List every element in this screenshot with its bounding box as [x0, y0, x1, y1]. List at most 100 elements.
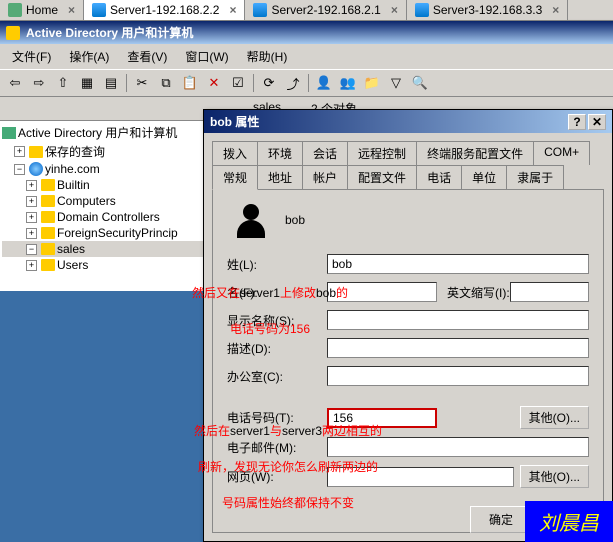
props-button[interactable]: ☑	[227, 73, 249, 93]
initials-label: 英文缩写(I):	[447, 284, 510, 301]
tab-general[interactable]: 常规	[212, 165, 258, 190]
tab-phone[interactable]: 电话	[416, 165, 462, 189]
desc-input[interactable]	[327, 338, 589, 358]
up-button[interactable]: ⇧	[52, 73, 74, 93]
menu-help[interactable]: 帮助(H)	[239, 46, 296, 67]
refresh-button[interactable]: ⟳	[258, 73, 280, 93]
menu-action[interactable]: 操作(A)	[61, 46, 117, 67]
email-label: 电子邮件(M):	[227, 439, 327, 456]
filter-button[interactable]: ▽	[385, 73, 407, 93]
tree-dc[interactable]: +Domain Controllers	[2, 209, 212, 225]
tab-env[interactable]: 环境	[257, 141, 303, 165]
mmc-titlebar: Active Directory 用户和计算机	[0, 21, 613, 44]
server-icon	[415, 3, 429, 17]
tab-org[interactable]: 单位	[461, 165, 507, 189]
menubar: 文件(F) 操作(A) 查看(V) 窗口(W) 帮助(H)	[0, 44, 613, 69]
close-button[interactable]: ✕	[588, 114, 606, 130]
tree-builtin[interactable]: +Builtin	[2, 177, 212, 193]
expand-icon[interactable]: +	[26, 228, 37, 239]
close-icon[interactable]: ×	[68, 3, 75, 17]
phone-label: 电话号码(T):	[227, 409, 327, 426]
web-label: 网页(W):	[227, 468, 327, 485]
dialog-title: bob 属性	[210, 113, 259, 130]
tab-com[interactable]: COM+	[533, 141, 590, 165]
web-input[interactable]	[327, 467, 514, 487]
display-label: 显示名称(S):	[227, 312, 327, 329]
collapse-icon[interactable]: −	[14, 164, 25, 175]
tree-domain[interactable]: −yinhe.com	[2, 161, 212, 177]
close-icon[interactable]: ×	[229, 3, 236, 17]
properties-button[interactable]: ▤	[100, 73, 122, 93]
tab-row-1: 拨入 环境 会话 远程控制 终端服务配置文件 COM+	[212, 141, 604, 165]
tab-ts[interactable]: 终端服务配置文件	[416, 141, 534, 165]
expand-icon[interactable]: +	[14, 146, 25, 157]
tab-account[interactable]: 帐户	[302, 165, 348, 189]
office-input[interactable]	[327, 366, 589, 386]
copy-button[interactable]: ⧉	[155, 73, 177, 93]
close-icon[interactable]: ×	[391, 3, 398, 17]
back-button[interactable]: ⇦	[4, 73, 26, 93]
dialog-titlebar: bob 属性 ? ✕	[204, 110, 612, 133]
expand-icon[interactable]: +	[26, 180, 37, 191]
initials-input[interactable]	[510, 282, 589, 302]
tree-fsp[interactable]: +ForeignSecurityPrincip	[2, 225, 212, 241]
expand-icon[interactable]: +	[26, 260, 37, 271]
tree-root[interactable]: Active Directory 用户和计算机	[2, 123, 212, 142]
tab-member[interactable]: 隶属于	[506, 165, 564, 189]
tab-server1[interactable]: Server1-192.168.2.2×	[84, 0, 245, 20]
watermark: 刘晨昌	[525, 501, 613, 542]
folder-icon	[41, 227, 55, 239]
tree-users[interactable]: +Users	[2, 257, 212, 273]
aduc-icon	[6, 26, 20, 40]
find-button[interactable]: 🔍	[409, 73, 431, 93]
show-tree-button[interactable]: ▦	[76, 73, 98, 93]
surname-input[interactable]	[327, 254, 589, 274]
help-button[interactable]: ?	[568, 114, 586, 130]
mmc-title: Active Directory 用户和计算机	[26, 24, 193, 41]
menu-window[interactable]: 窗口(W)	[177, 46, 236, 67]
tab-server2[interactable]: Server2-192.168.2.1×	[245, 0, 406, 20]
tab-profile[interactable]: 配置文件	[347, 165, 417, 189]
display-input[interactable]	[327, 310, 589, 330]
close-icon[interactable]: ×	[552, 3, 559, 17]
tab-session[interactable]: 会话	[302, 141, 348, 165]
paste-button[interactable]: 📋	[179, 73, 201, 93]
tab-address[interactable]: 地址	[257, 165, 303, 189]
phone-other-button[interactable]: 其他(O)...	[520, 406, 589, 429]
email-input[interactable]	[327, 437, 589, 457]
folder-icon	[41, 243, 55, 255]
server-icon	[92, 3, 106, 17]
expand-icon[interactable]: +	[26, 196, 37, 207]
tab-remote[interactable]: 远程控制	[347, 141, 417, 165]
givenname-input[interactable]	[327, 282, 437, 302]
tab-dialin[interactable]: 拨入	[212, 141, 258, 165]
export-button[interactable]: ⤴	[282, 73, 304, 93]
tree-computers[interactable]: +Computers	[2, 193, 212, 209]
domain-icon	[29, 162, 43, 176]
tree-sales[interactable]: −sales	[2, 241, 212, 257]
new-user-button[interactable]: 👤	[313, 73, 335, 93]
vm-tabs: Home× Server1-192.168.2.2× Server2-192.1…	[0, 0, 613, 21]
office-label: 办公室(C):	[227, 368, 327, 385]
tree-saved-queries[interactable]: +保存的查询	[2, 142, 212, 161]
cut-button[interactable]: ✂	[131, 73, 153, 93]
delete-button[interactable]: ✕	[203, 73, 225, 93]
new-ou-button[interactable]: 📁	[361, 73, 383, 93]
folder-icon	[29, 146, 43, 158]
user-display-name: bob	[285, 213, 305, 227]
givenname-label: 名(F):	[227, 284, 327, 301]
phone-input[interactable]	[327, 408, 437, 428]
tab-home[interactable]: Home×	[0, 0, 84, 20]
forward-button[interactable]: ⇨	[28, 73, 50, 93]
aduc-root-icon	[2, 127, 16, 139]
expand-icon[interactable]: +	[26, 212, 37, 223]
menu-view[interactable]: 查看(V)	[119, 46, 175, 67]
menu-file[interactable]: 文件(F)	[4, 46, 59, 67]
properties-dialog: bob 属性 ? ✕ 拨入 环境 会话 远程控制 终端服务配置文件 COM+ 常…	[203, 109, 613, 542]
collapse-icon[interactable]: −	[26, 244, 37, 255]
tab-row-2: 常规 地址 帐户 配置文件 电话 单位 隶属于	[212, 165, 604, 189]
ok-button[interactable]: 确定	[470, 506, 532, 533]
new-group-button[interactable]: 👥	[337, 73, 359, 93]
web-other-button[interactable]: 其他(O)...	[520, 465, 589, 488]
tab-server3[interactable]: Server3-192.168.3.3×	[407, 0, 568, 20]
